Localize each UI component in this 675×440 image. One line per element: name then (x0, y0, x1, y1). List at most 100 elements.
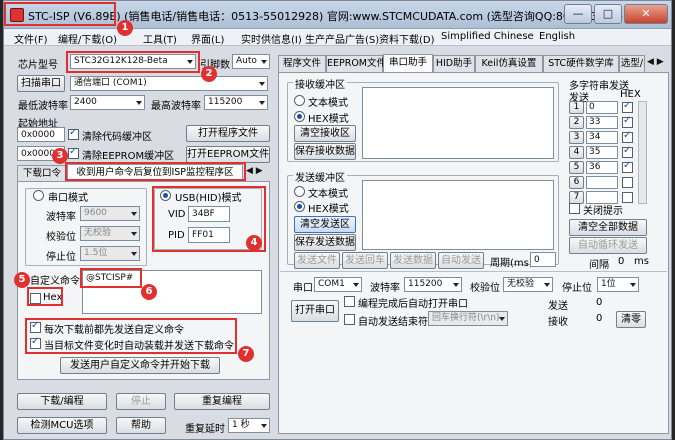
multi-send-button[interactable]: 3 (569, 131, 584, 144)
parity-select[interactable]: 无校验 (80, 226, 140, 241)
tab-scroll[interactable]: ◀ ▶ (246, 166, 268, 179)
menu-english[interactable]: English (539, 31, 575, 42)
send-file-button[interactable]: 发送文件 (294, 252, 340, 269)
rx-clear-button[interactable]: 清空接收区 (294, 125, 356, 142)
multi-send-button[interactable]: 5 (569, 161, 584, 174)
chevron-down-icon (630, 283, 636, 287)
multi-scrollbar[interactable] (638, 101, 647, 204)
max-baud-select[interactable]: 115200 (204, 95, 268, 110)
detect-mcu-button[interactable]: 检测MCU选项 (17, 417, 107, 434)
tab-math-lib[interactable]: STC硬件数学库 (543, 55, 619, 72)
open-program-button[interactable]: 打开程序文件 (186, 125, 270, 142)
auto-loop-button[interactable]: 自动循环发送 (569, 237, 647, 254)
menu-info[interactable]: 实时供信息(I) (241, 31, 302, 46)
tab-keil-settings[interactable]: Keil仿真设置 (475, 55, 543, 72)
download-button[interactable]: 下载/编程 (17, 393, 107, 410)
close-tip-checkbox[interactable] (569, 203, 580, 214)
rparity-select[interactable]: 无校验 (503, 277, 553, 292)
baud-select[interactable]: 9600 (80, 206, 140, 221)
auto-send-button[interactable]: 自动发送 (438, 252, 484, 269)
send-enter-button[interactable]: 发送回车 (342, 252, 388, 269)
multi-send-input[interactable] (586, 176, 618, 189)
clear-code-checkbox[interactable] (68, 127, 79, 140)
reprogram-button[interactable]: 重复编程 (174, 393, 270, 410)
port-select[interactable]: COM1 (314, 277, 362, 292)
tx-text-radio[interactable] (294, 186, 305, 197)
tab-hid-assistant[interactable]: HID助手 (433, 55, 475, 72)
close-button[interactable]: ✕ (624, 4, 668, 24)
multi-send-button[interactable]: 1 (569, 101, 584, 114)
tab-scroll-right[interactable]: ◀ ▶ (647, 57, 669, 70)
auto-open-checkbox[interactable] (344, 296, 355, 307)
tab-serial-assistant[interactable]: 串口助手 (383, 54, 433, 72)
menu-program[interactable]: 编程/下载(O) (58, 31, 117, 46)
rstop-value: 1位 (601, 279, 616, 289)
rx-hex-radio[interactable] (294, 111, 305, 122)
multi-send-input[interactable]: 36 (586, 161, 618, 174)
clear-all-button[interactable]: 清空全部数据 (569, 219, 647, 236)
multi-hex-checkbox[interactable] (622, 130, 633, 143)
open-port-button[interactable]: 打开串口 (291, 300, 339, 322)
send-and-download-button[interactable]: 发送用户自定义命令并开始下载 (60, 357, 220, 374)
rbaud-label: 波特率 (370, 283, 400, 294)
multi-send-button[interactable]: 4 (569, 146, 584, 159)
multi-hex-checkbox[interactable] (622, 177, 633, 188)
chevron-down-icon (131, 252, 137, 256)
multi-send-input[interactable]: 33 (586, 116, 618, 129)
delay-select[interactable]: 1 秒 (228, 418, 270, 433)
multi-hex-checkbox[interactable] (622, 115, 633, 128)
period-input[interactable]: 0 (530, 252, 556, 267)
serial-mode-radio[interactable] (33, 190, 44, 201)
rbaud-select[interactable]: 115200 (404, 277, 462, 292)
menu-ads[interactable]: 生产产品广告(S) (305, 31, 379, 46)
rx-text-label: 文本模式 (308, 98, 348, 109)
scan-port-button[interactable]: 扫描串口 (17, 75, 65, 92)
stop-button[interactable]: 停止 (116, 393, 166, 410)
multi-send-input[interactable]: 35 (586, 146, 618, 159)
rx-text-radio[interactable] (294, 95, 305, 106)
multi-send-button[interactable]: 2 (569, 116, 584, 129)
multi-hex-checkbox[interactable] (622, 100, 633, 113)
open-eeprom-button[interactable]: 打开EEPROM文件 (186, 146, 270, 163)
multi-hex-checkbox[interactable] (622, 192, 633, 203)
menu-simplified-chinese[interactable]: Simplified Chinese (441, 31, 534, 42)
menu-file[interactable]: 文件(F) (14, 31, 48, 46)
tx-save-button[interactable]: 保存发送数据 (294, 234, 356, 251)
clear-eeprom-checkbox[interactable] (68, 146, 79, 159)
maximize-button[interactable]: □ (594, 4, 622, 24)
menu-download[interactable]: 资料下载(D) (379, 31, 435, 46)
tab-download-password[interactable]: 下载口令 (17, 165, 67, 182)
tab-program-file[interactable]: 程序文件 (278, 55, 326, 72)
stop-select[interactable]: 1.5位 (80, 246, 140, 261)
multi-hex-checkbox[interactable] (622, 145, 633, 158)
badge-6: 6 (141, 284, 157, 300)
code-addr-input[interactable]: 0x0000 (17, 127, 65, 142)
tab-eeprom-file[interactable]: EEPROM文件 (326, 55, 386, 72)
rx-save-button[interactable]: 保存接收数据 (294, 143, 356, 160)
multi-send-input[interactable]: 34 (586, 131, 618, 144)
rx-textarea[interactable] (362, 87, 554, 159)
port-select[interactable]: 通信端口 (COM1) (70, 76, 268, 91)
tab-selection[interactable]: 选型/ (619, 55, 645, 72)
multi-send-input[interactable]: 0 (586, 101, 618, 114)
auto-end-checkbox[interactable] (344, 314, 355, 325)
menu-tools[interactable]: 工具(T) (143, 31, 177, 46)
minimize-button[interactable]: — (564, 4, 592, 24)
send-data-button[interactable]: 发送数据 (390, 252, 436, 269)
multi-hex-checkbox[interactable] (622, 160, 633, 173)
menu-interface[interactable]: 界面(L) (191, 31, 224, 46)
tx-clear-button[interactable]: 清空发送区 (294, 216, 356, 233)
tx-hex-radio[interactable] (294, 201, 305, 212)
highlight-tab (65, 162, 246, 181)
badge-1: 1 (117, 20, 133, 36)
tx-textarea[interactable] (362, 180, 554, 250)
pin-select[interactable]: Auto (232, 54, 270, 69)
end-char-select[interactable]: 回车换行符(\r\n) (428, 311, 508, 326)
multi-send-button[interactable]: 6 (569, 176, 584, 189)
help-button[interactable]: 帮助 (116, 417, 166, 434)
chevron-down-icon (261, 424, 267, 428)
clear-count-button[interactable]: 清零 (616, 311, 646, 328)
rstop-select[interactable]: 1位 (597, 277, 639, 292)
min-baud-select[interactable]: 2400 (70, 95, 145, 110)
max-baud-value: 115200 (208, 97, 243, 107)
